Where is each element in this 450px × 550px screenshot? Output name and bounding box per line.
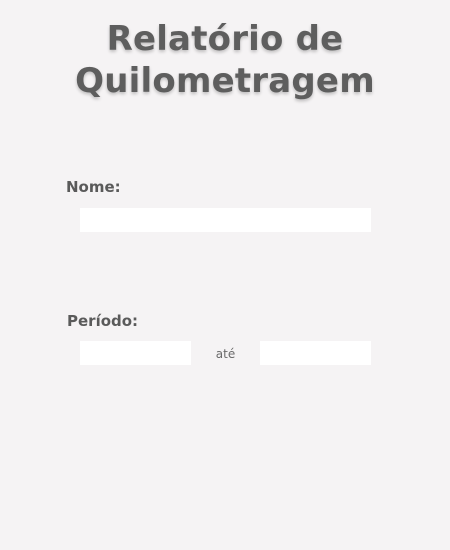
periodo-label: Período:	[67, 312, 139, 330]
periodo-end-input[interactable]	[260, 341, 371, 365]
page-title-line-2: Quilometragem	[75, 61, 375, 101]
nome-label: Nome:	[66, 178, 121, 196]
page-title-line-1: Relatório de	[106, 19, 344, 59]
page-title: Relatório de Quilometragem	[0, 18, 450, 102]
periodo-separator-text: até	[215, 347, 236, 361]
periodo-start-input[interactable]	[80, 341, 191, 365]
nome-input[interactable]	[80, 208, 371, 232]
